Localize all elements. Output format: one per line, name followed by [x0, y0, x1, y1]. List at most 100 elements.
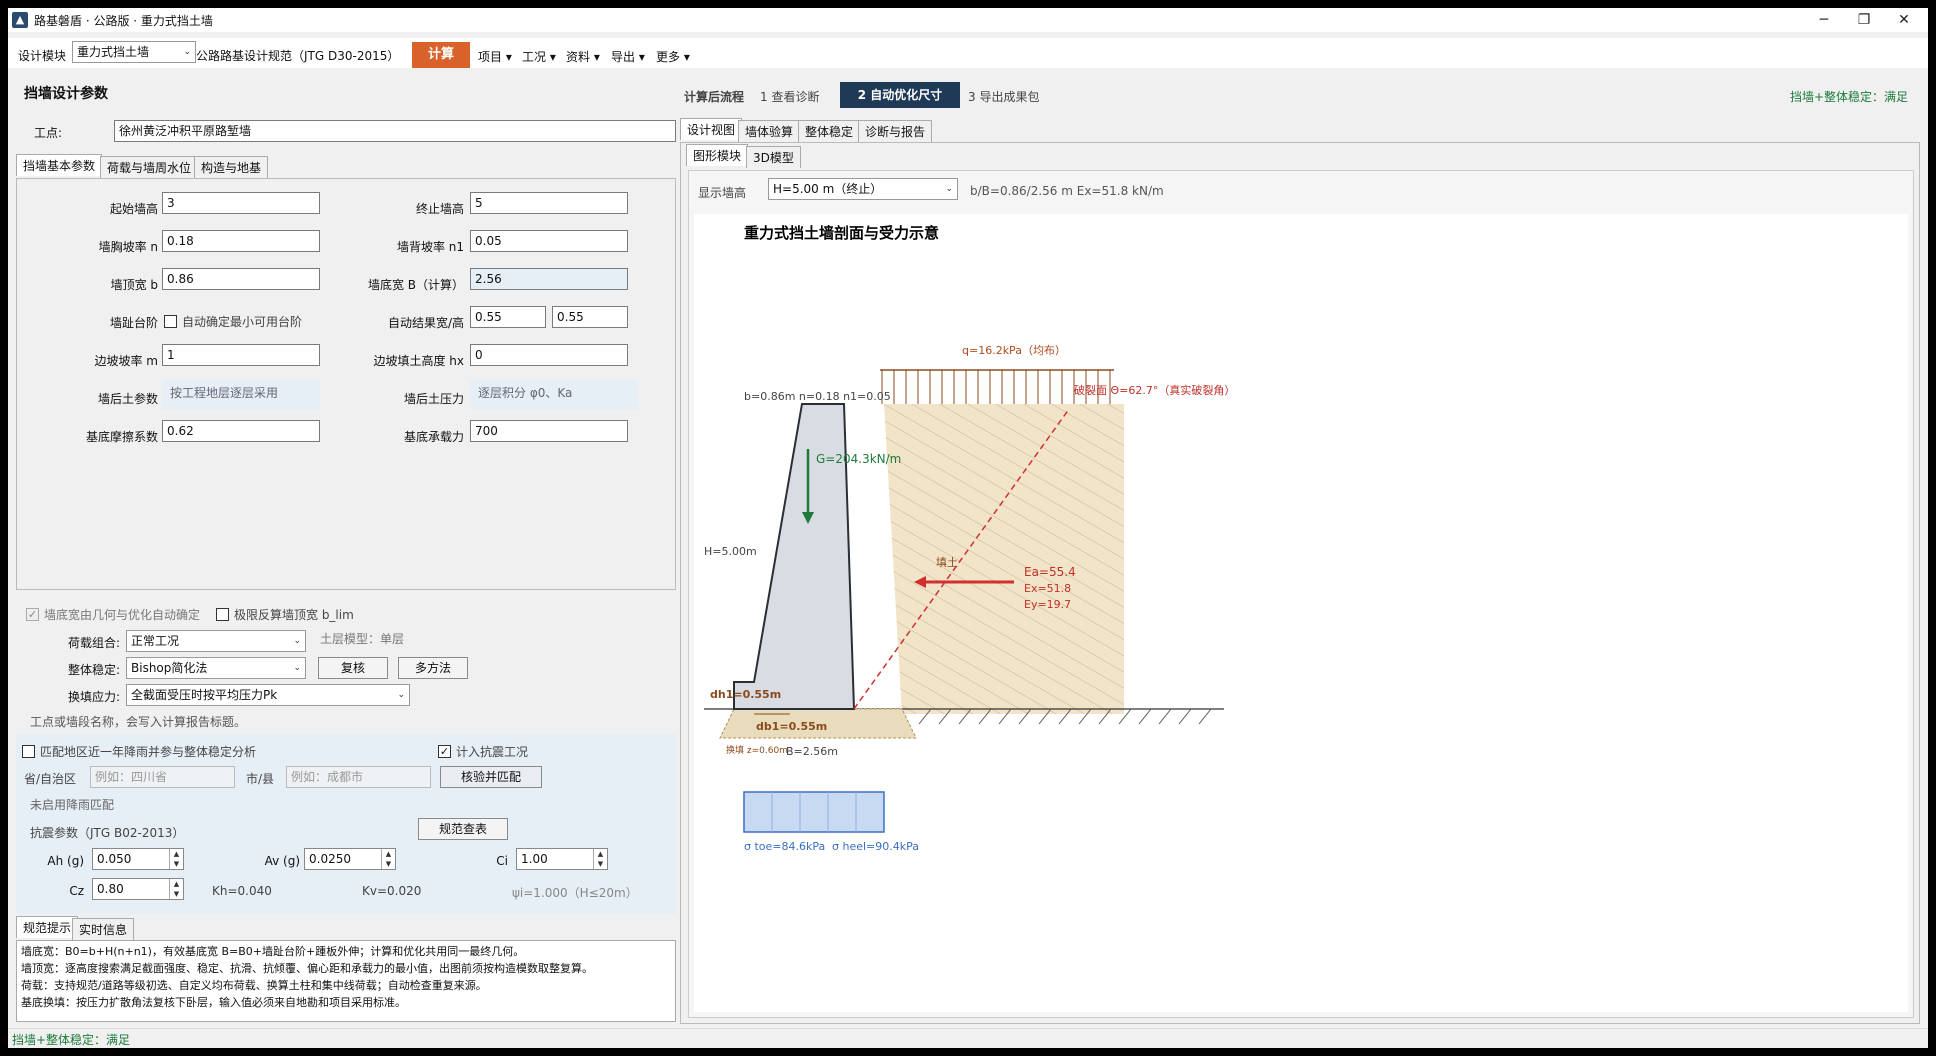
overall-status: 挡墙+整体稳定：满足: [1790, 90, 1909, 104]
seismic-checkbox[interactable]: ✓: [438, 745, 451, 758]
site-input[interactable]: 徐州黄泛冲积平原路堑墙: [114, 120, 676, 142]
standard-table-button[interactable]: 规范查表: [418, 818, 508, 840]
tab-structure-foundation[interactable]: 构造与地基: [194, 156, 269, 178]
diagram-canvas: 重力式挡土墙剖面与受力示意 q=16.2kPa（均布） 破裂面 Θ=62.7°（…: [694, 214, 1908, 1012]
load-combo-select[interactable]: 正常工况 ⌄: [126, 630, 306, 652]
rain-status: 未启用降雨匹配: [30, 798, 115, 812]
top-width-input[interactable]: 0.86: [162, 268, 320, 290]
friction-input[interactable]: 0.62: [162, 420, 320, 442]
chevron-down-icon: ⌄: [183, 47, 191, 57]
menu-data[interactable]: 资料 ▾: [566, 48, 600, 65]
tab-basic-params[interactable]: 挡墙基本参数: [16, 154, 103, 176]
city-input[interactable]: 例如：成都市: [286, 766, 431, 788]
back-slope-input[interactable]: 0.05: [470, 230, 628, 252]
tab-3d-model[interactable]: 3D模型: [746, 146, 801, 168]
menu-export[interactable]: 导出 ▾: [611, 48, 645, 65]
maximize-button[interactable]: ❐: [1844, 8, 1884, 32]
site-label: 工点:: [34, 126, 63, 140]
stability-select[interactable]: Bishop简化法 ⌄: [126, 657, 306, 679]
av-spinbox[interactable]: 0.0250 ▲ ▼: [304, 848, 396, 870]
step-export-package[interactable]: 3 导出成果包: [968, 88, 1039, 105]
stress-label: 换填应力:: [67, 690, 120, 704]
menu-case-label: 工况: [522, 50, 547, 64]
toe-step-label: 墙趾台阶: [109, 316, 158, 330]
seismic-check-label: 计入抗震工况: [456, 745, 529, 759]
soil-model-text: 土层模型：单层: [320, 632, 405, 646]
auto-base-checkbox[interactable]: ✓: [26, 608, 39, 621]
ex-label: Ex=51.8: [1024, 582, 1071, 595]
front-slope-label: 墙胸坡率 n: [98, 240, 158, 254]
minimize-button[interactable]: ─: [1804, 8, 1844, 32]
spin-arrows-icon[interactable]: ▲ ▼: [169, 879, 183, 899]
hint-line: 墙顶宽：逐高度搜索满足截面强度、稳定、抗滑、抗倾覆、偏心距和承载力的最小值，出图…: [21, 962, 593, 975]
tab-load-water[interactable]: 荷载与墙周水位: [100, 156, 199, 178]
fill-height-input[interactable]: 0: [470, 344, 628, 366]
av-label: Av (g): [264, 854, 300, 868]
menu-project[interactable]: 项目 ▾: [478, 48, 512, 65]
menu-data-label: 资料: [566, 50, 591, 64]
site-note: 工点或墙段名称，会写入计算报告标题。: [30, 715, 247, 729]
stability-value: Bishop简化法: [131, 661, 208, 675]
spin-arrows-icon[interactable]: ▲ ▼: [169, 849, 183, 869]
multi-method-button[interactable]: 多方法: [398, 657, 468, 679]
toolbar: 设计模块 重力式挡土墙 ⌄ 公路路基设计规范（JTG D30-2015） 计算 项…: [8, 38, 1928, 68]
module-select[interactable]: 重力式挡土墙 ⌄: [72, 41, 196, 63]
load-combo-value: 正常工况: [131, 634, 180, 648]
tab-standard-hints[interactable]: 规范提示: [16, 916, 79, 938]
stress-select[interactable]: 全截面受压时按平均压力Pk ⌄: [126, 684, 410, 706]
stress-value: 全截面受压时按平均压力Pk: [131, 688, 278, 702]
stability-label: 整体稳定:: [67, 663, 120, 677]
spin-arrows-icon[interactable]: ▲ ▼: [381, 849, 395, 869]
menu-more-label: 更多: [656, 50, 681, 64]
step-auto-optimize[interactable]: 2 自动优化尺寸: [840, 82, 960, 108]
replacement-label: 换填 z=0.60m: [726, 744, 788, 756]
section-title: 挡墙设计参数: [24, 86, 108, 102]
show-height-label: 显示墙高: [698, 186, 747, 200]
hints-panel: 墙底宽：B0=b+H(n+n1)，有效基底宽 B=B0+墙趾台阶+踵板外伸；计算…: [16, 940, 676, 1022]
province-input[interactable]: 例如：四川省: [90, 766, 235, 788]
stress-toe-label: σ toe=84.6kPa: [744, 840, 825, 853]
tab-realtime-info[interactable]: 实时信息: [72, 918, 135, 940]
limit-top-checkbox[interactable]: [216, 608, 229, 621]
base-stress-block: [743, 791, 885, 833]
base-width-dim-label: B=2.56m: [786, 745, 838, 758]
menu-case[interactable]: 工况 ▾: [522, 48, 556, 65]
earth-pressure-label: 墙后土压力: [403, 392, 464, 406]
tab-wall-check[interactable]: 墙体验算: [738, 120, 801, 142]
seismic-title: 抗震参数（JTG B02-2013）: [30, 826, 185, 840]
end-height-input[interactable]: 5: [470, 192, 628, 214]
bearing-input[interactable]: 700: [470, 420, 628, 442]
geometry-label: b=0.86m n=0.18 n1=0.05: [744, 390, 891, 403]
show-height-select[interactable]: H=5.00 m（终止） ⌄: [768, 178, 958, 200]
ah-label: Ah (g): [47, 854, 84, 868]
calculate-button[interactable]: 计算: [412, 42, 470, 68]
tab-design-view[interactable]: 设计视图: [680, 118, 743, 140]
step-view-diagnosis[interactable]: 1 查看诊断: [760, 88, 819, 105]
auto-height-input[interactable]: 0.55: [552, 306, 628, 328]
ah-spinbox[interactable]: 0.050 ▲ ▼: [92, 848, 184, 870]
province-label: 省/自治区: [24, 772, 77, 786]
side-slope-input[interactable]: 1: [162, 344, 320, 366]
back-slope-label: 墙背坡率 n1: [396, 240, 464, 254]
verify-match-button[interactable]: 核验并匹配: [440, 766, 542, 788]
ci-spinbox[interactable]: 1.00 ▲ ▼: [516, 848, 608, 870]
toe-step-checkbox[interactable]: [164, 315, 177, 328]
rain-checkbox[interactable]: [22, 745, 35, 758]
cz-value: 0.80: [97, 882, 124, 896]
rain-check-label: 匹配地区近一年降雨并参与整体稳定分析: [40, 745, 257, 759]
front-slope-input[interactable]: 0.18: [162, 230, 320, 252]
close-button[interactable]: ✕: [1884, 8, 1924, 32]
hint-line: 荷载：支持规范/道路等级初选、自定义均布荷载、换算土柱和集中线荷载；自动检查重复…: [21, 979, 487, 992]
tab-graphic-module[interactable]: 图形模块: [686, 144, 749, 166]
tab-overall-stability[interactable]: 整体稳定: [798, 120, 861, 142]
start-height-input[interactable]: 3: [162, 192, 320, 214]
menu-more[interactable]: 更多 ▾: [656, 48, 690, 65]
check-button[interactable]: 复核: [318, 657, 388, 679]
tab-diagnosis-report[interactable]: 诊断与报告: [858, 120, 933, 142]
spin-arrows-icon[interactable]: ▲ ▼: [593, 849, 607, 869]
end-height-label: 终止墙高: [415, 202, 464, 216]
auto-width-input[interactable]: 0.55: [470, 306, 546, 328]
ah-value: 0.050: [97, 852, 132, 866]
wall-diagram: 重力式挡土墙剖面与受力示意 q=16.2kPa（均布） 破裂面 Θ=62.7°（…: [704, 224, 1235, 853]
cz-spinbox[interactable]: 0.80 ▲ ▼: [92, 878, 184, 900]
